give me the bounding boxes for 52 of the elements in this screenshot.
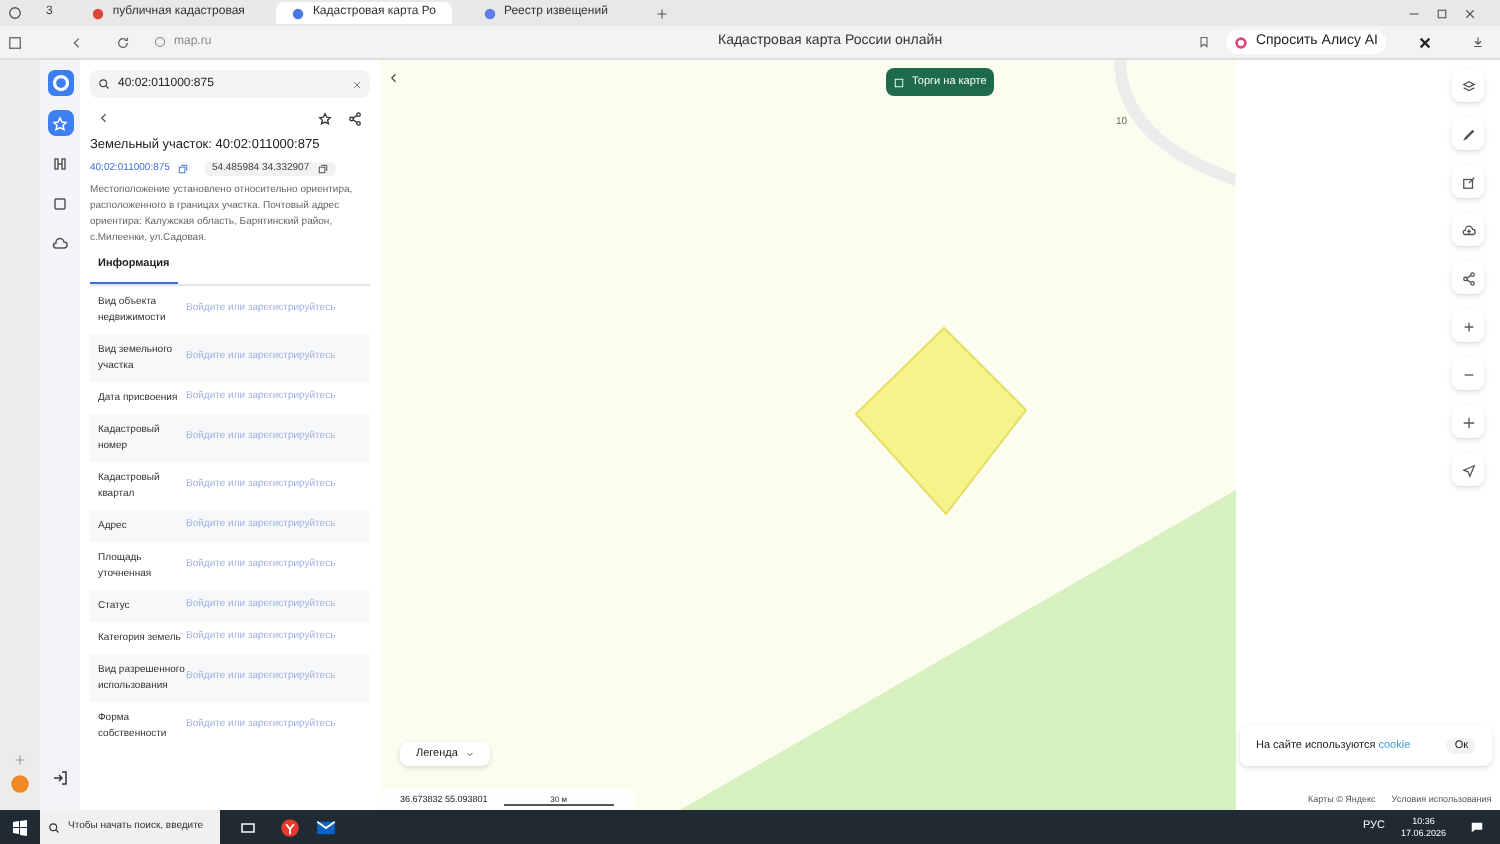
site-icon	[92, 7, 105, 19]
layers-icon	[1461, 79, 1475, 93]
copy-icon[interactable]	[177, 164, 188, 174]
map-icon	[894, 77, 904, 87]
reload-icon[interactable]	[116, 35, 130, 49]
task-view-icon[interactable]	[240, 819, 256, 835]
map-control-button[interactable]	[1452, 166, 1484, 198]
logo-icon[interactable]	[47, 70, 73, 96]
ring-icon	[1233, 35, 1248, 49]
site-icon	[483, 7, 496, 19]
back-icon[interactable]	[70, 35, 84, 49]
search-icon	[98, 78, 110, 90]
star-icon[interactable]	[318, 111, 332, 125]
map-control-button[interactable]	[1452, 406, 1484, 438]
cloud-icon	[52, 235, 68, 251]
extension-icon[interactable]	[1418, 35, 1432, 49]
search-icon	[48, 821, 60, 833]
mail-app-icon[interactable]	[316, 817, 336, 837]
download-icon[interactable]	[1472, 36, 1484, 48]
edit-icon	[1461, 175, 1475, 189]
map-control-button[interactable]	[1452, 70, 1484, 102]
map-control-button[interactable]	[1452, 310, 1484, 342]
browser-app-icon[interactable]	[280, 817, 300, 837]
map-control-button[interactable]	[1452, 454, 1484, 486]
browser-menu-icon[interactable]	[8, 6, 22, 20]
map-control-button[interactable]	[1452, 262, 1484, 294]
rail-button[interactable]	[47, 110, 73, 136]
site-icon	[292, 7, 305, 19]
share-icon	[1461, 271, 1475, 285]
maximize-icon[interactable]	[1436, 7, 1448, 19]
copy-icon[interactable]	[317, 164, 328, 174]
zoom-in-icon	[1461, 319, 1475, 333]
windows-icon[interactable]	[12, 819, 28, 835]
sidebar-icon[interactable]	[8, 35, 22, 49]
locate-icon	[1461, 463, 1475, 477]
close-icon[interactable]	[1464, 7, 1476, 19]
map-control-button[interactable]	[1452, 118, 1484, 150]
share-icon[interactable]	[348, 111, 362, 125]
ruler-icon	[52, 155, 68, 171]
notification-icon[interactable]	[1470, 820, 1484, 834]
back-icon[interactable]	[98, 112, 110, 124]
map-control-button[interactable]	[1452, 214, 1484, 246]
chevron-icon	[465, 750, 474, 758]
pencil-icon	[1461, 127, 1475, 141]
new-tab-icon[interactable]	[655, 7, 668, 19]
bookmark-icon[interactable]	[1197, 36, 1210, 48]
clear-icon[interactable]	[352, 79, 362, 89]
collapse-icon[interactable]	[388, 72, 400, 84]
star-icon	[52, 115, 68, 131]
square-icon	[52, 195, 68, 211]
login-icon[interactable]	[52, 770, 68, 786]
cloud-upload-icon	[1461, 223, 1475, 237]
